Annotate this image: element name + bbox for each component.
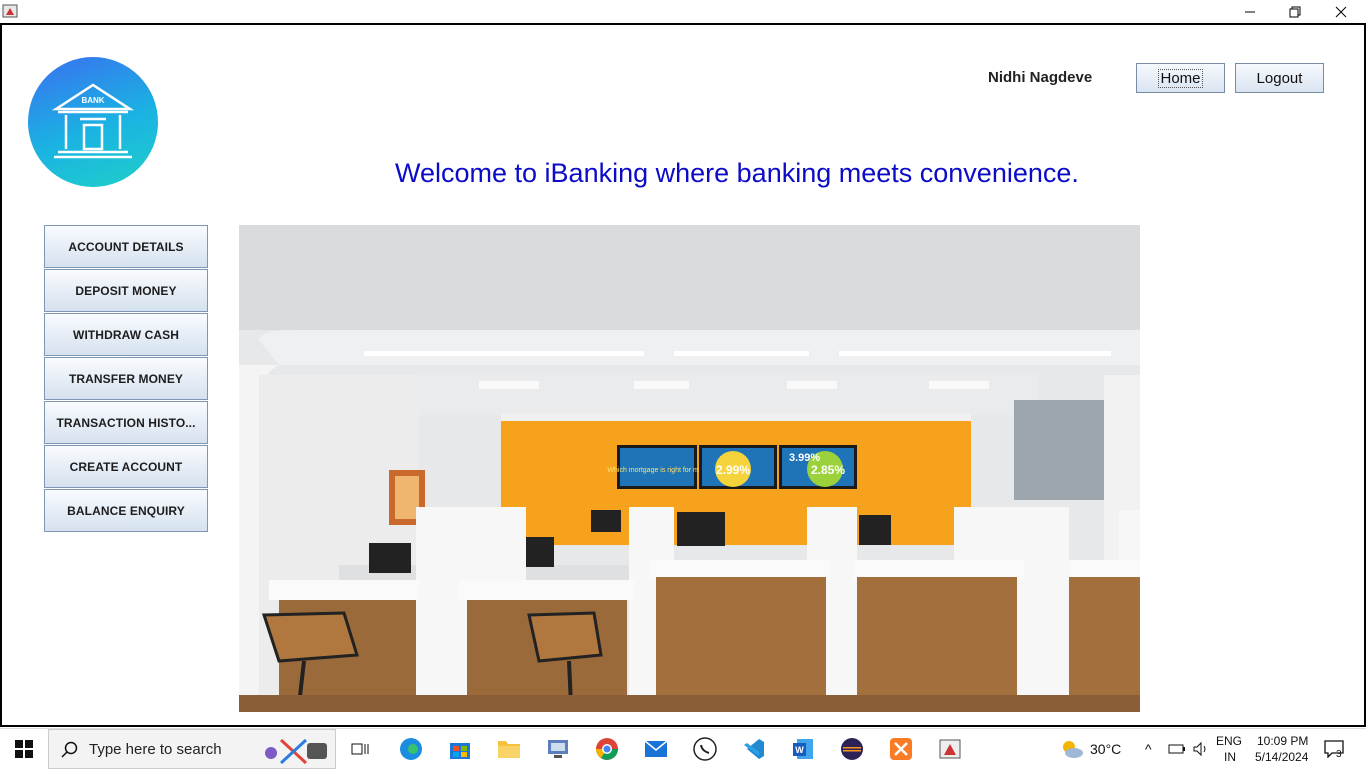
bank-interior-image: Which mortgage is right for me? 2.99% 3.… (239, 225, 1140, 712)
create-account-button[interactable]: CREATE ACCOUNT (44, 445, 208, 488)
svg-text:W: W (795, 745, 804, 755)
battery-icon[interactable] (1168, 741, 1186, 757)
file-explorer-icon[interactable] (495, 735, 523, 763)
java-app-icon (2, 4, 18, 18)
task-view-icon[interactable] (346, 735, 374, 763)
account-details-button[interactable]: ACCOUNT DETAILS (44, 225, 208, 268)
windows-logo-icon (15, 740, 33, 758)
start-button[interactable] (0, 729, 48, 769)
chevron-up-icon[interactable]: ^ (1145, 741, 1152, 757)
search-highlight-icon (265, 738, 327, 765)
language-indicator[interactable]: ENG (1216, 734, 1242, 748)
taskbar-search-box[interactable]: Type here to search (48, 729, 336, 769)
transaction-history-button[interactable]: TRANSACTION HISTO... (44, 401, 208, 444)
logout-button[interactable]: Logout (1235, 63, 1324, 93)
search-icon (61, 741, 78, 758)
restore-icon (1289, 6, 1301, 17)
user-name: Nidhi Nagdeve (988, 69, 1093, 86)
input-locale[interactable]: IN (1224, 750, 1236, 764)
weather-icon[interactable] (1058, 735, 1086, 763)
weather-temperature[interactable]: 30°C (1090, 741, 1121, 757)
whatsapp-icon[interactable] (691, 735, 719, 763)
withdraw-cash-button[interactable]: WITHDRAW CASH (44, 313, 208, 356)
eclipse-icon[interactable] (838, 735, 866, 763)
windows-taskbar: Type here to search W 30°C ^ ENG IN 10:0… (0, 728, 1366, 769)
xampp-icon[interactable] (887, 735, 915, 763)
edge-browser-icon[interactable] (397, 735, 425, 763)
restore-button[interactable] (1272, 0, 1318, 23)
svg-text:2.99%: 2.99% (716, 463, 750, 477)
transfer-money-button[interactable]: TRANSFER MONEY (44, 357, 208, 400)
bank-logo: BANK (28, 57, 158, 187)
bank-interior-illustration: Which mortgage is right for me? 2.99% 3.… (239, 225, 1140, 712)
clock-date[interactable]: 5/14/2024 (1255, 750, 1308, 764)
svg-text:Which mortgage is right for me: Which mortgage is right for me? (607, 467, 706, 474)
search-placeholder: Type here to search (89, 741, 222, 758)
deposit-money-button[interactable]: DEPOSIT MONEY (44, 269, 208, 312)
microsoft-store-icon[interactable] (446, 735, 474, 763)
clock-time[interactable]: 10:09 PM (1257, 734, 1308, 748)
balance-enquiry-button[interactable]: BALANCE ENQUIRY (44, 489, 208, 532)
word-icon[interactable]: W (789, 735, 817, 763)
notification-count: 3 (1336, 749, 1342, 760)
sidebar-menu: ACCOUNT DETAILS DEPOSIT MONEY WITHDRAW C… (44, 225, 208, 533)
network-app-icon[interactable] (544, 735, 572, 763)
java-app-taskbar-icon[interactable] (936, 735, 964, 763)
svg-text:BANK: BANK (81, 96, 104, 105)
mail-icon[interactable] (642, 735, 670, 763)
chrome-icon[interactable] (593, 735, 621, 763)
home-button[interactable]: Home (1136, 63, 1225, 93)
welcome-message: Welcome to iBanking where banking meets … (395, 158, 1079, 188)
bank-building-icon: BANK (51, 83, 135, 159)
close-button[interactable] (1318, 0, 1364, 23)
home-button-label: Home (1158, 68, 1203, 88)
svg-text:2.85%: 2.85% (811, 463, 845, 477)
vscode-icon[interactable] (740, 735, 768, 763)
minimize-icon (1245, 11, 1255, 12)
minimize-button[interactable] (1227, 0, 1273, 23)
title-bar (0, 0, 1366, 23)
volume-icon[interactable] (1192, 741, 1210, 757)
close-icon (1335, 6, 1347, 17)
